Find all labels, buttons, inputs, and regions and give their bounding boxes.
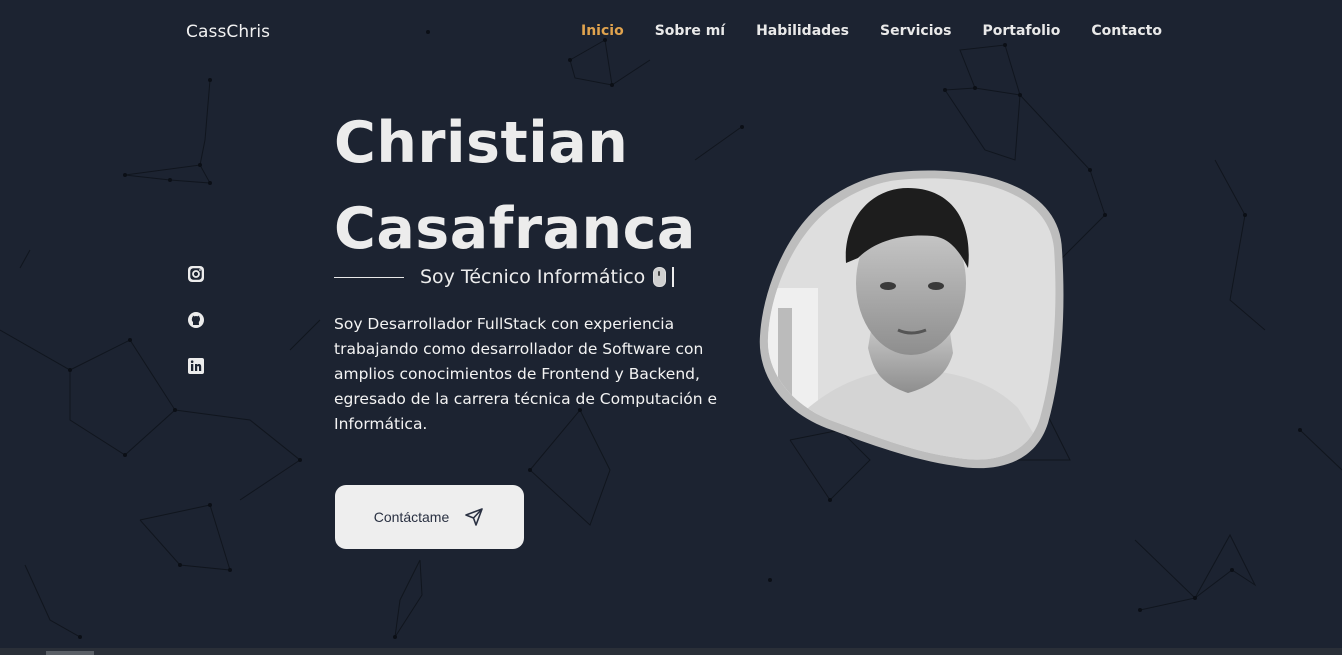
- hero-subtitle: Soy Técnico Informático: [334, 266, 675, 288]
- hero-name-line2: Casafranca: [334, 196, 696, 262]
- subtitle-divider: [334, 276, 404, 278]
- main-nav: Inicio Sobre mí Habilidades Servicios Po…: [581, 23, 1193, 39]
- contact-button[interactable]: Contáctame: [335, 485, 524, 549]
- social-links: [186, 264, 208, 402]
- hero-name-line1: Christian: [334, 110, 629, 176]
- subtitle-text: Soy Técnico Informático: [420, 266, 646, 288]
- nav-item-servicios[interactable]: Servicios: [880, 23, 951, 39]
- nav-item-contacto[interactable]: Contacto: [1091, 23, 1162, 39]
- nav-item-inicio[interactable]: Inicio: [581, 23, 624, 39]
- typing-cursor: [672, 267, 675, 287]
- horizontal-scrollbar[interactable]: [0, 648, 1342, 655]
- hero-name: Christian Casafranca: [334, 100, 696, 272]
- send-icon: [465, 508, 484, 526]
- mouse-icon: [653, 267, 667, 287]
- nav-item-portafolio[interactable]: Portafolio: [982, 23, 1060, 39]
- brand-logo[interactable]: CassChris: [186, 22, 270, 42]
- github-icon[interactable]: [186, 310, 206, 330]
- nav-item-habilidades[interactable]: Habilidades: [756, 23, 849, 39]
- instagram-icon[interactable]: [186, 264, 206, 284]
- linkedin-icon[interactable]: [186, 356, 206, 376]
- nav-item-sobre-mi[interactable]: Sobre mí: [655, 23, 725, 39]
- hero-description: Soy Desarrollador FullStack con experien…: [334, 315, 718, 433]
- scrollbar-thumb[interactable]: [46, 651, 94, 655]
- contact-button-label: Contáctame: [373, 509, 450, 525]
- profile-photo: [759, 170, 1064, 469]
